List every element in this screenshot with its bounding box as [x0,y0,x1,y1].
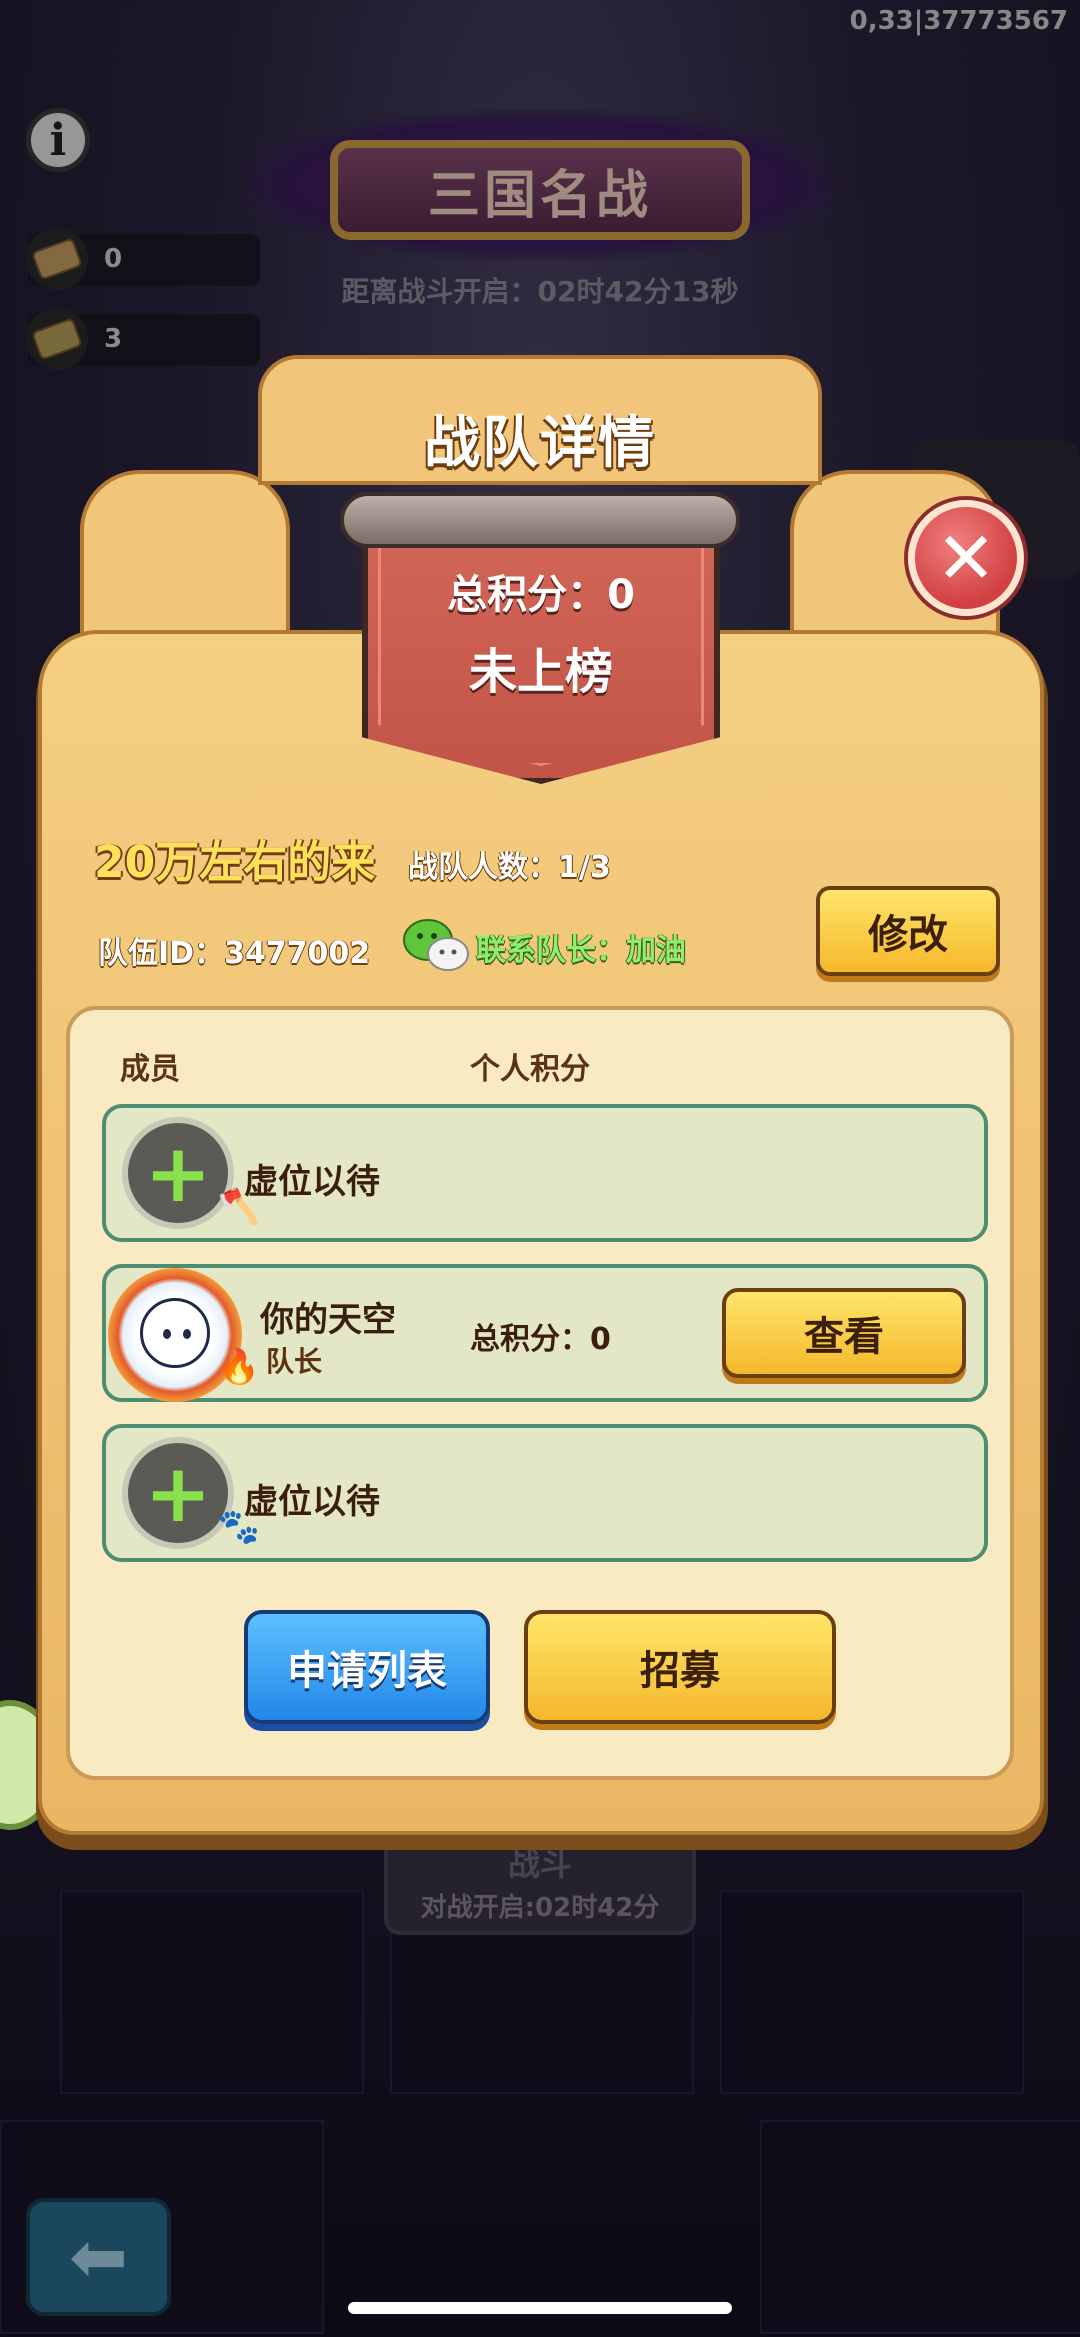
team-id: 队伍ID：3477002 [98,936,371,971]
flame-icon: 🔥 [217,1347,261,1387]
edit-button[interactable]: 修改 [816,886,1000,976]
member-role: 队长 [266,1345,323,1378]
apply-list-button[interactable]: 申请列表 [244,1610,490,1724]
wechat-icon[interactable] [402,916,470,972]
avatar-face [140,1298,210,1368]
team-rank-status: 未上榜 [468,644,613,700]
close-icon: ✕ [935,516,997,600]
column-header-member: 成员 [120,1052,180,1087]
empty-slot-label-2: 虚位以待 [244,1482,380,1522]
ribbon-rod [340,492,740,548]
team-name: 20万左右的来 [94,837,376,888]
member-name: 你的天空 [260,1300,396,1340]
view-member-button[interactable]: 查看 [722,1288,966,1378]
plus-icon: + [144,1446,212,1540]
member-score: 总积分：0 [470,1322,611,1357]
team-member-count: 战队人数：1/3 [408,850,611,885]
home-indicator[interactable] [348,2302,732,2314]
dialog-title: 战队详情 [424,411,656,476]
column-header-score: 个人积分 [470,1052,590,1087]
close-button[interactable]: ✕ [908,500,1024,616]
contact-captain[interactable]: 联系队长：加油 [476,925,686,969]
empty-slot-label-1: 虚位以待 [244,1162,380,1202]
plus-icon: + [144,1126,212,1220]
team-total-score: 总积分：0 [447,572,635,618]
recruit-button[interactable]: 招募 [524,1610,836,1724]
